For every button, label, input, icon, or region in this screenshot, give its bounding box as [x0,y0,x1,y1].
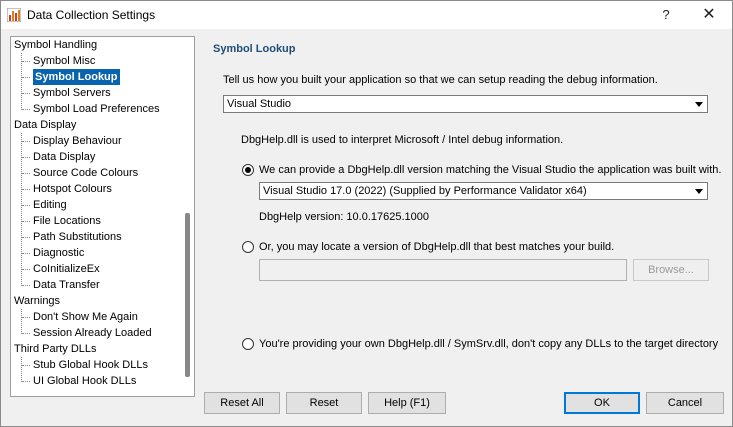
tree-item-ui-global-hook-dlls[interactable]: UI Global Hook DLLs [33,373,136,389]
tree-connector [22,157,30,158]
tree-item-stub-global-hook-dlls[interactable]: Stub Global Hook DLLs [33,357,148,373]
tree-item-session-already-loaded[interactable]: Session Already Loaded [33,325,152,341]
cancel-button[interactable]: Cancel [646,392,724,414]
tree-connector [22,61,30,62]
dropdown-arrow-icon [690,183,707,199]
tree-item-symbol-load-preferences[interactable]: Symbol Load Preferences [33,101,160,117]
settings-tree[interactable]: Symbol Handling Symbol Misc Symbol Looku… [10,36,195,397]
title-bar: Data Collection Settings ? ✕ [1,1,732,29]
option-own-dbghelp-label[interactable]: You're providing your own DbgHelp.dll / … [259,338,718,350]
tree-connector [22,237,30,238]
window-title: Data Collection Settings [27,8,156,22]
tree-item-hotspot-colours[interactable]: Hotspot Colours [33,181,112,197]
app-bar-chart-icon [7,8,21,22]
tree-connector [22,189,30,190]
tree-item-third-party-dlls[interactable]: Third Party DLLs [14,341,97,357]
build-tool-select[interactable]: Visual Studio [223,95,708,113]
tree-item-data-transfer[interactable]: Data Transfer [33,277,100,293]
help-button[interactable]: Help (F1) [368,392,446,414]
tree-item-source-code-colours[interactable]: Source Code Colours [33,165,138,181]
tree-connector [22,205,30,206]
tree-connector [21,309,22,334]
intro-text: Tell us how you built your application s… [223,74,658,86]
tree-item-symbol-misc[interactable]: Symbol Misc [33,53,95,69]
option-provide-dbghelp-radio[interactable] [242,164,254,176]
tree-connector [22,253,30,254]
build-tool-value: Visual Studio [227,98,292,110]
option-locate-dbghelp-radio[interactable] [242,241,254,253]
dialog-window: Data Collection Settings ? ✕ Symbol Hand… [0,0,733,427]
tree-item-data-display[interactable]: Data Display [33,149,95,165]
tree-connector [22,285,30,286]
tree-vertical-scrollbar[interactable] [185,213,190,377]
vs-version-value: Visual Studio 17.0 (2022) (Supplied by P… [263,185,587,197]
tree-connector [22,269,30,270]
tree-connector [21,357,22,382]
section-title: Symbol Lookup [213,43,296,55]
dropdown-arrow-icon [690,96,707,112]
tree-item-path-substitutions[interactable]: Path Substitutions [33,229,122,245]
tree-connector [22,141,30,142]
vs-version-select[interactable]: Visual Studio 17.0 (2022) (Supplied by P… [259,182,708,200]
option-locate-dbghelp-label[interactable]: Or, you may locate a version of DbgHelp.… [259,241,614,253]
tree-item-coinitializeex[interactable]: CoInitializeEx [33,261,100,277]
help-title-button[interactable]: ? [646,1,686,29]
tree-connector [22,317,30,318]
tree-connector [21,133,22,286]
tree-item-symbol-servers[interactable]: Symbol Servers [33,85,111,101]
option-provide-dbghelp-label[interactable]: We can provide a DbgHelp.dll version mat… [259,164,721,176]
option-own-dbghelp-radio[interactable] [242,338,254,350]
tree-connector [22,173,30,174]
tree-item-symbol-lookup[interactable]: Symbol Lookup [33,69,120,85]
tree-item-diagnostic[interactable]: Diagnostic [33,245,84,261]
dbghelp-description: DbgHelp.dll is used to interpret Microso… [241,134,564,146]
close-button[interactable]: ✕ [689,1,729,29]
tree-connector [22,365,30,366]
tree-connector [22,381,30,382]
browse-button[interactable]: Browse... [633,259,709,281]
reset-all-button[interactable]: Reset All [204,392,280,414]
tree-connector [22,93,30,94]
tree-item-display-behaviour[interactable]: Display Behaviour [33,133,122,149]
ok-button[interactable]: OK [564,392,640,414]
tree-item-editing[interactable]: Editing [33,197,67,213]
tree-connector [22,221,30,222]
tree-item-symbol-handling[interactable]: Symbol Handling [14,37,97,53]
reset-button[interactable]: Reset [286,392,362,414]
tree-item-dont-show-me-again[interactable]: Don't Show Me Again [33,309,138,325]
tree-item-data-display-group[interactable]: Data Display [14,117,76,133]
tree-connector [22,109,30,110]
tree-connector [22,333,30,334]
tree-connector [22,77,30,78]
dbghelp-version-text: DbgHelp version: 10.0.17625.1000 [259,211,430,223]
tree-item-warnings[interactable]: Warnings [14,293,60,309]
tree-item-file-locations[interactable]: File Locations [33,213,101,229]
dbghelp-path-input[interactable] [259,259,627,281]
